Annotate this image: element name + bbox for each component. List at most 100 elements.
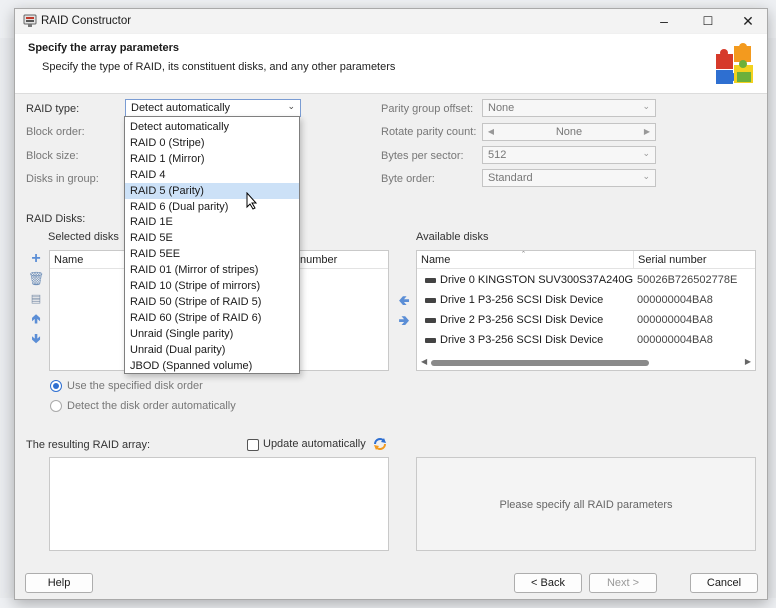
column-serial-number[interactable]: Serial number	[638, 254, 706, 266]
rotate-parity-spinner[interactable]: ◀ None ▶	[482, 123, 656, 141]
update-automatically-checkbox[interactable]	[247, 439, 259, 451]
drive-icon	[425, 278, 436, 283]
raid-type-option[interactable]: JBOD (Spanned volume)	[125, 358, 299, 374]
cancel-button[interactable]: Cancel	[690, 573, 758, 593]
radio-detect-order[interactable]	[50, 400, 62, 412]
raid-type-dropdown[interactable]: Detect automatically RAID 0 (Stripe) RAID …	[124, 116, 300, 374]
horizontal-scrollbar[interactable]: ◀ ▶	[417, 355, 755, 370]
rotate-parity-value: None	[555, 126, 583, 138]
use-specified-order-label: Use the specified disk order	[67, 380, 203, 392]
puzzle-icon	[716, 43, 753, 84]
raid-type-option[interactable]: RAID 1 (Mirror)	[125, 151, 299, 167]
refresh-icon[interactable]	[372, 436, 388, 452]
raid-type-option[interactable]: RAID 01 (Mirror of stripes)	[125, 262, 299, 278]
page-subtitle: Specify the type of RAID, its constituen…	[42, 61, 396, 73]
raid-type-option[interactable]: Detect automatically	[125, 119, 299, 135]
detect-order-label: Detect the disk order automatically	[67, 400, 236, 412]
disk-row[interactable]: Drive 3 P3-256 SCSI Disk Device 00000000…	[417, 330, 755, 350]
app-icon	[23, 14, 37, 27]
byte-order-combobox[interactable]: Standard ⌄	[482, 169, 656, 187]
scrollbar-thumb[interactable]	[431, 360, 649, 366]
raid-type-option[interactable]: Unraid (Dual parity)	[125, 342, 299, 358]
raid-type-option[interactable]: RAID 5E	[125, 230, 299, 246]
scroll-left-icon[interactable]: ◀	[421, 357, 427, 366]
help-button[interactable]: Help	[25, 573, 93, 593]
move-down-icon[interactable]: 🢃	[27, 330, 45, 348]
raid-type-option[interactable]: RAID 5EE	[125, 246, 299, 262]
disk-row[interactable]: Drive 1 P3-256 SCSI Disk Device 00000000…	[417, 290, 755, 310]
move-up-icon[interactable]: 🢁	[27, 310, 45, 328]
bytes-per-sector-combobox[interactable]: 512 ⌄	[482, 146, 656, 164]
rotate-parity-label: Rotate parity count:	[381, 126, 477, 138]
back-button[interactable]: < Back	[514, 573, 582, 593]
trash-icon[interactable]: 🗑	[27, 270, 45, 288]
raid-type-option[interactable]: RAID 6 (Dual parity)	[125, 199, 299, 215]
raid-type-combobox[interactable]: Detect automatically ⌄	[125, 99, 301, 117]
parity-offset-combobox[interactable]: None ⌄	[482, 99, 656, 117]
available-disks-list[interactable]: Name ˆ Serial number Drive 0 KINGSTON SU…	[416, 250, 756, 371]
available-disks-header: Name ˆ Serial number	[417, 250, 755, 269]
drive-icon	[425, 318, 436, 323]
chevron-down-icon: ⌄	[642, 101, 650, 111]
column-name[interactable]: Name	[54, 254, 83, 266]
disks-in-group-label: Disks in group:	[26, 173, 99, 185]
disk-serial: 000000004BA8	[637, 334, 713, 346]
arrow-left-icon[interactable]: 🢀	[395, 291, 413, 309]
disk-row[interactable]: Drive 0 KINGSTON SUV300S37A240G 50026B72…	[417, 270, 755, 290]
disk-name: Drive 3 P3-256 SCSI Disk Device	[440, 334, 604, 346]
parity-offset-value: None	[488, 102, 515, 114]
next-button[interactable]: Next >	[589, 573, 657, 593]
bytes-per-sector-value: 512	[488, 149, 507, 161]
byte-order-label: Byte order:	[381, 173, 435, 185]
update-automatically-label: Update automatically	[263, 438, 366, 450]
close-icon[interactable]: ✕	[729, 9, 767, 33]
arrow-right-icon[interactable]: 🢂	[395, 311, 413, 329]
drive-icon	[425, 298, 436, 303]
disk-serial: 50026B726502778E	[637, 274, 738, 286]
page-title: Specify the array parameters	[28, 42, 180, 54]
disk-serial: 000000004BA8	[637, 314, 713, 326]
block-order-label: Block order:	[26, 126, 85, 138]
raid-type-option[interactable]: RAID 1E	[125, 214, 299, 230]
raid-type-option[interactable]: RAID 60 (Stripe of RAID 6)	[125, 310, 299, 326]
disk-name: Drive 2 P3-256 SCSI Disk Device	[440, 314, 604, 326]
wizard-header: Specify the array parameters Specify the…	[15, 34, 767, 94]
chevron-down-icon: ⌄	[642, 171, 650, 181]
raid-disks-label: RAID Disks:	[26, 213, 86, 225]
raid-type-option[interactable]: RAID 50 (Stripe of RAID 5)	[125, 294, 299, 310]
byte-order-value: Standard	[488, 172, 533, 184]
decrement-icon[interactable]: ◀	[484, 125, 498, 139]
maximize-icon[interactable]: ☐	[689, 9, 727, 33]
raid-type-option[interactable]: RAID 5 (Parity)	[125, 182, 299, 199]
block-size-label: Block size:	[26, 150, 79, 162]
scroll-right-icon[interactable]: ▶	[745, 357, 751, 366]
chevron-down-icon: ⌄	[642, 148, 650, 158]
result-info-panel: Please specify all RAID parameters	[416, 457, 756, 551]
bytes-per-sector-label: Bytes per sector:	[381, 150, 464, 162]
parity-offset-label: Parity group offset:	[381, 103, 474, 115]
raid-type-option[interactable]: RAID 4	[125, 167, 299, 183]
raid-type-option[interactable]: RAID 10 (Stripe of mirrors)	[125, 278, 299, 294]
disk-name: Drive 1 P3-256 SCSI Disk Device	[440, 294, 604, 306]
disk-name: Drive 0 KINGSTON SUV300S37A240G	[440, 274, 633, 286]
properties-icon[interactable]: ▤	[27, 290, 45, 308]
increment-icon[interactable]: ▶	[640, 125, 654, 139]
column-name[interactable]: Name	[421, 254, 450, 266]
result-placeholder-text: Please specify all RAID parameters	[499, 499, 673, 511]
radio-use-specified-order[interactable]	[50, 380, 62, 392]
mouse-cursor-icon	[246, 192, 258, 210]
disk-row[interactable]: Drive 2 P3-256 SCSI Disk Device 00000000…	[417, 310, 755, 330]
raid-type-label: RAID type:	[26, 103, 80, 115]
window-title: RAID Constructor	[41, 15, 132, 27]
selected-disks-label: Selected disks	[48, 231, 119, 243]
minimize-icon[interactable]: –	[645, 9, 683, 33]
disk-serial: 000000004BA8	[637, 294, 713, 306]
sort-ascending-icon: ˆ	[522, 250, 525, 260]
column-number[interactable]: number	[300, 254, 337, 266]
add-disk-icon[interactable]: +	[27, 250, 45, 268]
available-disks-label: Available disks	[416, 231, 489, 243]
raid-type-option[interactable]: Unraid (Single parity)	[125, 326, 299, 342]
drive-icon	[425, 338, 436, 343]
raid-type-option[interactable]: RAID 0 (Stripe)	[125, 135, 299, 151]
resulting-array-view[interactable]	[49, 457, 389, 551]
